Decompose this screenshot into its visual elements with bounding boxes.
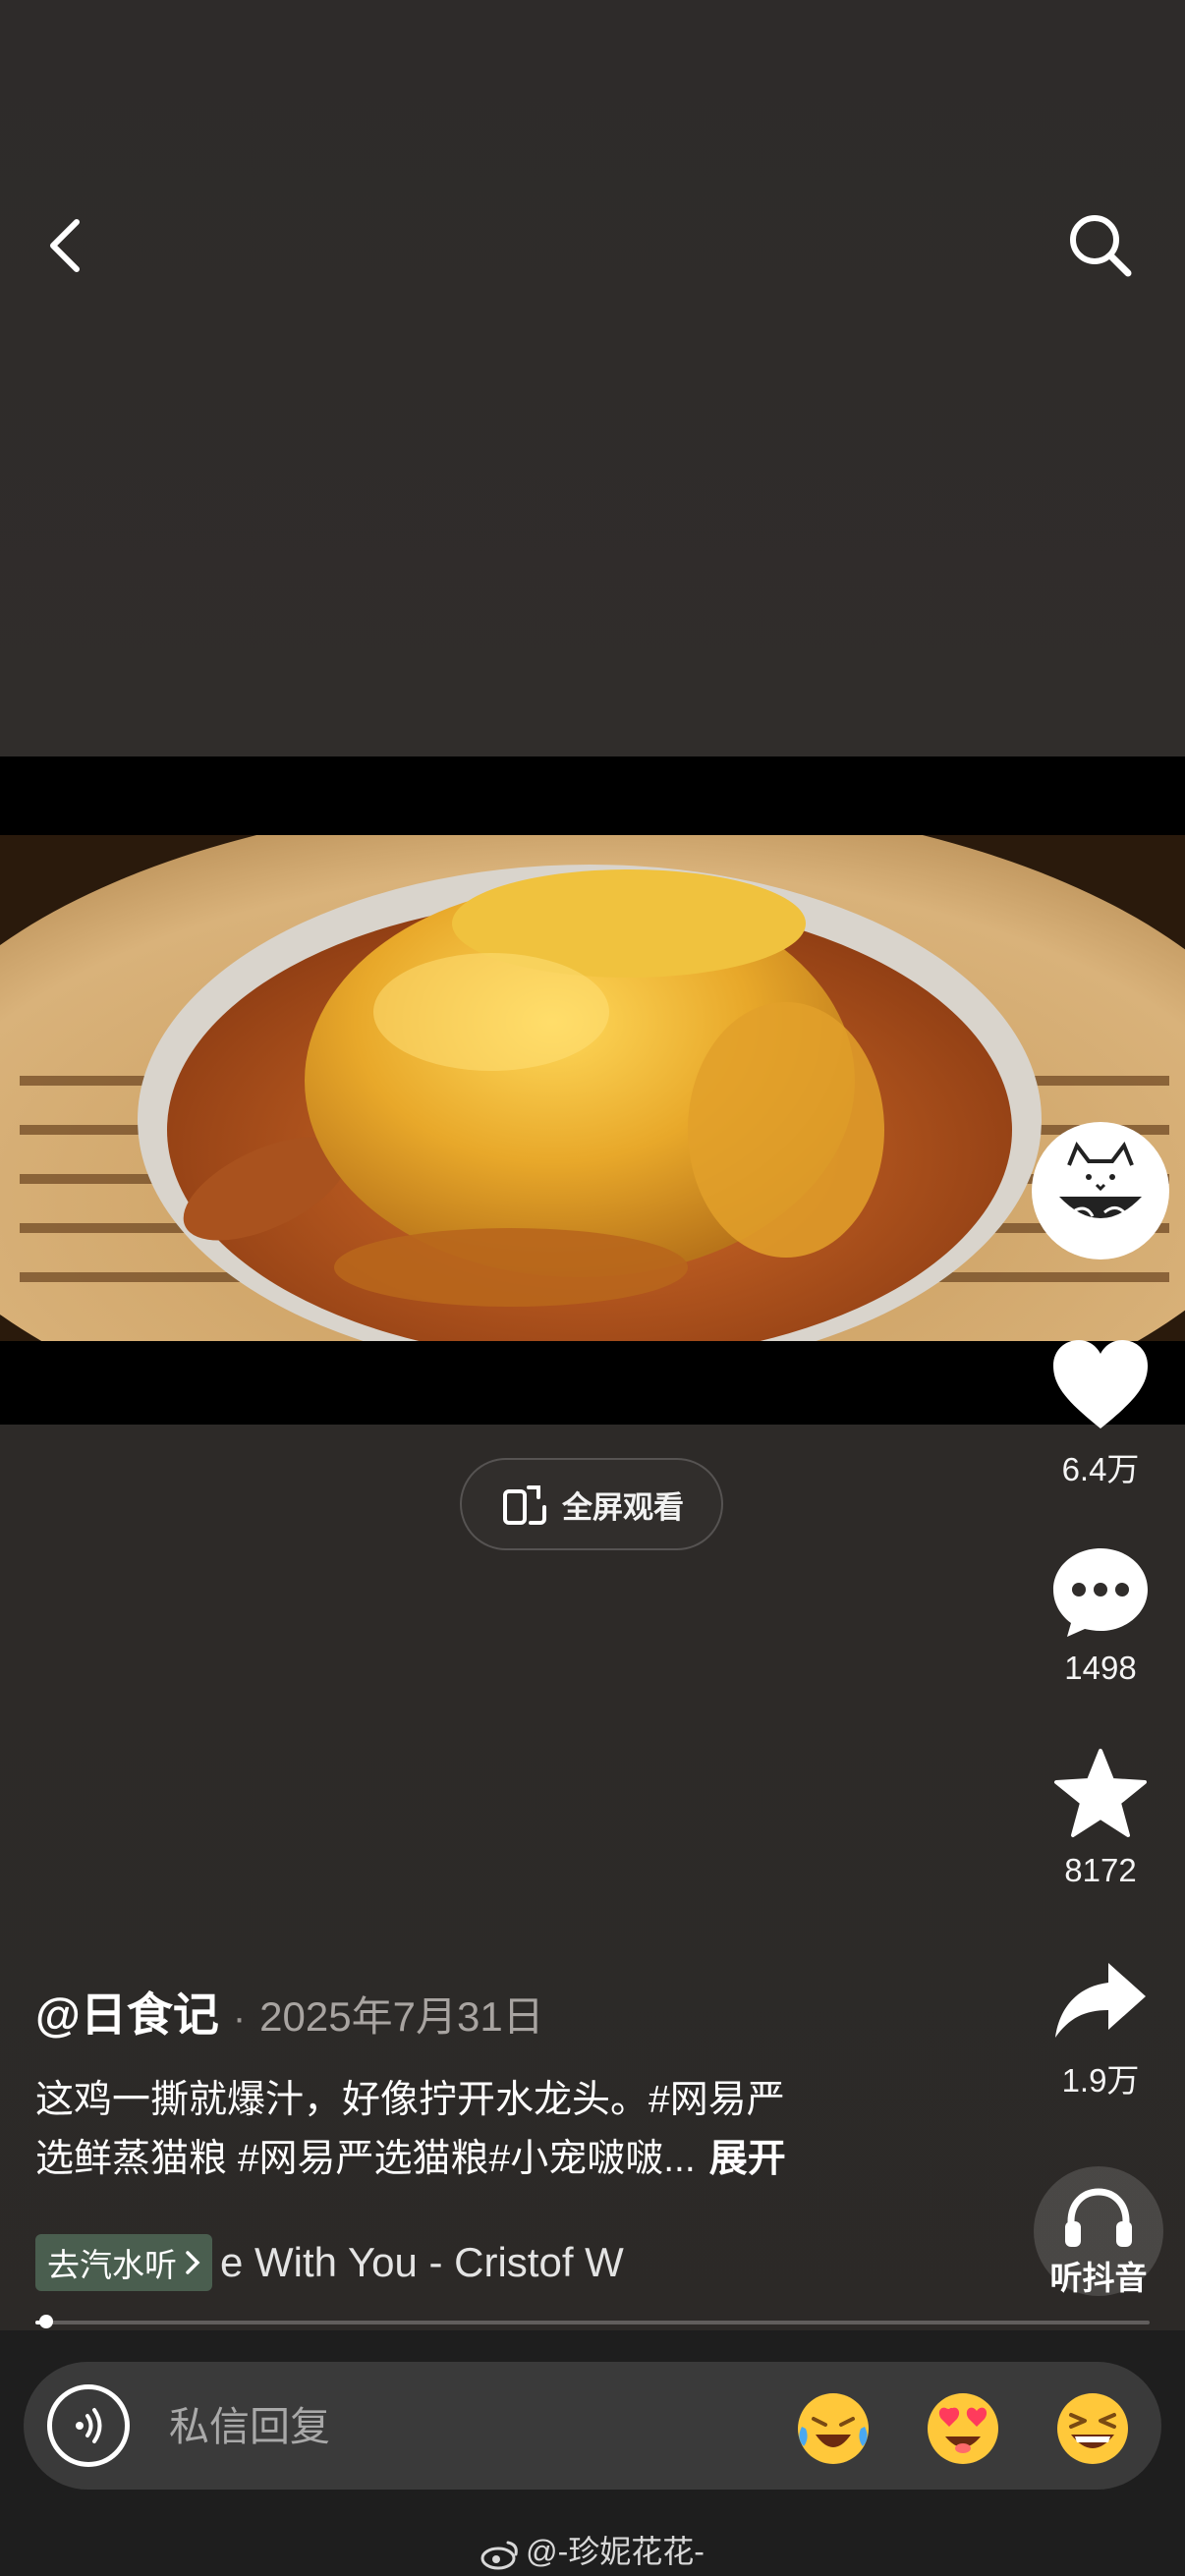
headphones-icon	[1065, 2188, 1132, 2247]
chevron-right-icon	[186, 2251, 200, 2274]
post-date: 2025年7月31日	[259, 1993, 544, 2040]
chevron-left-icon	[50, 219, 80, 272]
laughing-crying-emoji[interactable]	[794, 2389, 873, 2468]
favorite-button[interactable]: 8172	[1032, 1747, 1169, 1889]
fullscreen-label: 全屏观看	[562, 1489, 684, 1525]
comment-count: 1498	[1064, 1650, 1137, 1686]
watermark-text: @-珍妮花花-	[526, 2534, 705, 2569]
post-caption[interactable]: 这鸡一撕就爆汁，好像拧开水龙头。#网易严 选鲜蒸猫粮 #网易严选猫粮#小宠啵啵.…	[35, 2071, 920, 2189]
fullscreen-button[interactable]: 全屏观看	[460, 1458, 723, 1550]
comment-button[interactable]: 1498	[1032, 1544, 1169, 1687]
music-row: 去汽水听 e With You - Cristof W	[35, 2234, 723, 2291]
share-arrow-icon	[1055, 1963, 1146, 2038]
share-button[interactable]: 1.9万	[1032, 1957, 1169, 2101]
back-button[interactable]	[33, 206, 102, 285]
star-icon	[1054, 1749, 1147, 1837]
author-avatar[interactable]	[1032, 1122, 1169, 1260]
favorite-count: 8172	[1064, 1852, 1137, 1888]
search-button[interactable]	[1061, 206, 1140, 285]
listen-douyin-label: 听抖音	[1049, 2260, 1148, 2296]
open-qishui-music-button[interactable]: 去汽水听	[35, 2234, 212, 2291]
expand-caption-button[interactable]: 展开	[709, 2138, 786, 2180]
video-progress-bar[interactable]	[35, 2315, 1150, 2328]
music-chip-label: 去汽水听	[47, 2247, 177, 2283]
rotate-phone-icon	[503, 1485, 546, 1525]
separator-dot: ·	[232, 1996, 247, 2040]
caption-line-1: 这鸡一撕就爆汁，好像拧开水龙头。#网易严	[35, 2079, 785, 2121]
share-count: 1.9万	[1061, 2062, 1140, 2099]
cat-logo-icon	[1034, 1124, 1167, 1258]
like-button[interactable]: 6.4万	[1032, 1338, 1169, 1490]
heart-icon	[1053, 1340, 1148, 1428]
author-name[interactable]: @日食记	[35, 1988, 219, 2041]
music-title[interactable]: e With You - Cristof W	[220, 2239, 702, 2286]
laughing-crying-emoji-icon	[798, 2393, 869, 2464]
heart-eyes-emoji-icon	[928, 2393, 998, 2464]
like-count: 6.4万	[1061, 1451, 1140, 1487]
voice-wave-icon	[76, 2408, 102, 2443]
search-icon	[1070, 215, 1132, 277]
progress-knob[interactable]	[39, 2315, 54, 2328]
weibo-watermark: @-珍妮花花-	[0, 2527, 1185, 2572]
caption-line-2: 选鲜蒸猫粮 #网易严选猫粮#小宠啵啵...	[35, 2138, 696, 2180]
comment-icon	[1053, 1548, 1148, 1637]
video-player[interactable]	[0, 756, 1185, 1425]
video-page: 全屏观看 6.4万 1498 8172 1.9万 听抖音 @日食记 · 2025…	[0, 0, 1185, 2576]
heart-eyes-emoji[interactable]	[924, 2389, 1002, 2468]
video-thumbnail-steamed-chicken	[0, 835, 1185, 1341]
reply-input[interactable]	[167, 2391, 761, 2462]
grinning-squint-emoji-icon	[1057, 2393, 1128, 2464]
weibo-icon	[480, 2541, 518, 2570]
voice-input-button[interactable]	[47, 2384, 130, 2467]
grinning-squint-emoji[interactable]	[1053, 2389, 1132, 2468]
author-line: @日食记 · 2025年7月31日	[35, 1977, 544, 2044]
